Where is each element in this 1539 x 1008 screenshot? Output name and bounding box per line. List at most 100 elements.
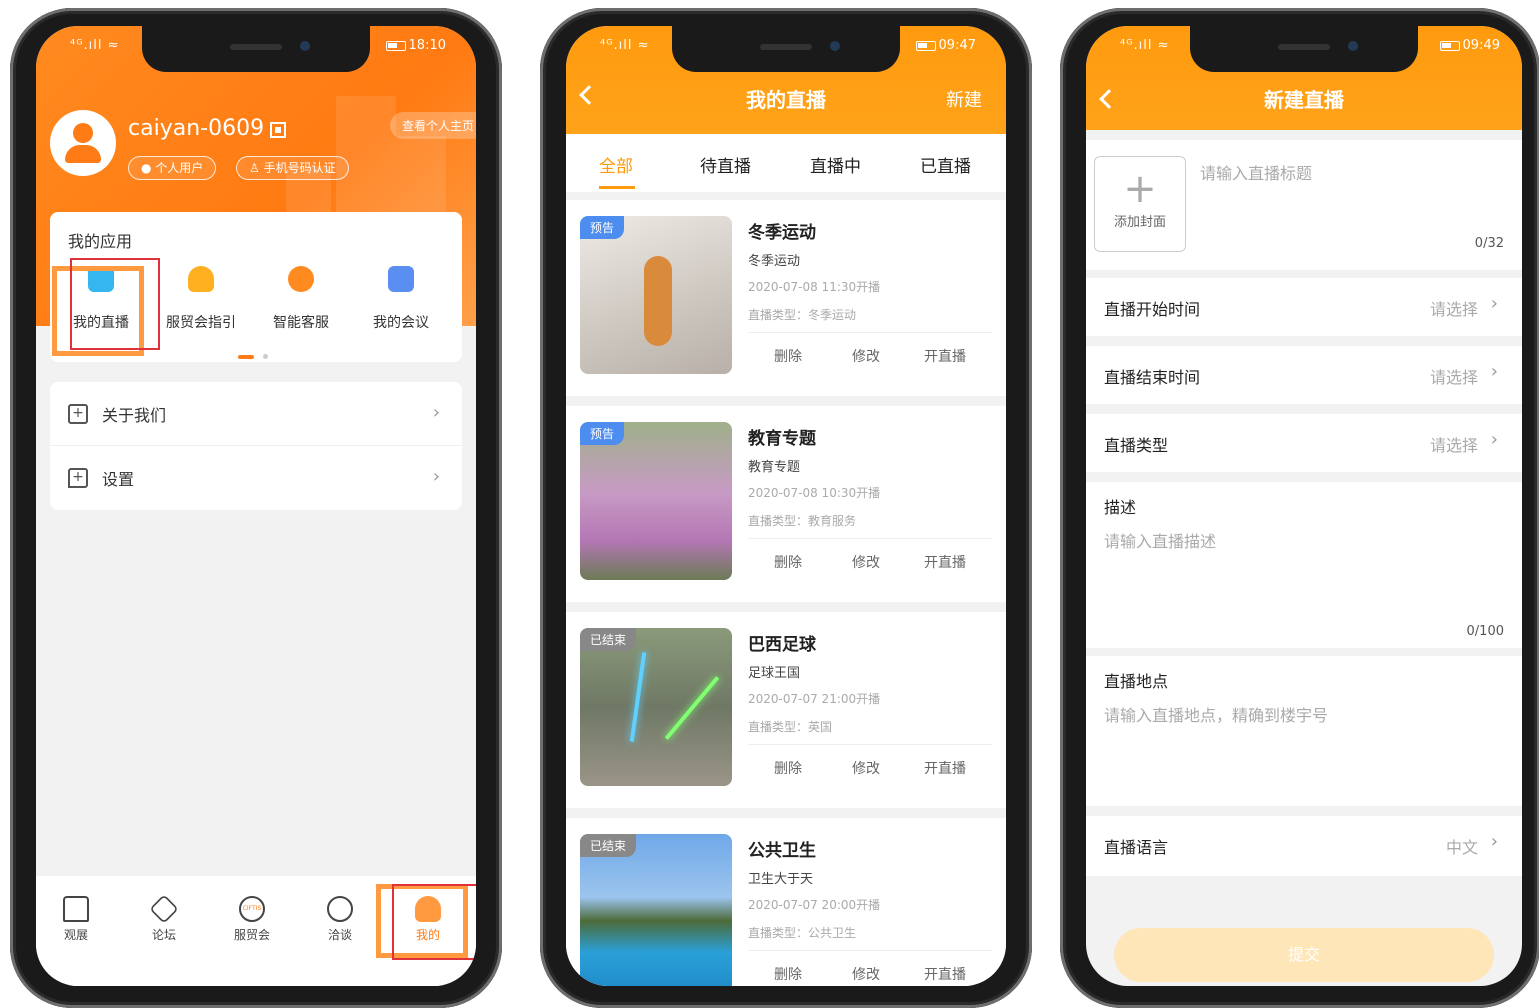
signal-icon: ⁴ᴳ.ıll ≈ [600, 38, 650, 53]
tab-ended[interactable]: 已直播 [920, 152, 971, 177]
delete-button[interactable]: 删除 [774, 758, 802, 778]
robot-icon [288, 266, 314, 292]
submit-button[interactable]: 提交 [1114, 928, 1494, 982]
filter-tabs: 全部 待直播 直播中 已直播 [566, 134, 1006, 192]
hand-icon [188, 266, 214, 292]
edit-button[interactable]: 修改 [852, 758, 880, 778]
live-type: 直播类型：公共卫生 [748, 926, 857, 940]
my-live-screen: ⁴ᴳ.ıll ≈ 09:47 我的直播 新建 全部 待直播 直播中 已直播 预告… [566, 26, 1006, 986]
app-my-meeting[interactable]: 我的会议 [354, 266, 448, 332]
list-item[interactable]: 已结束 巴西足球 足球王国 2020-07-07 21:00开播 直播类型：英国… [566, 612, 1006, 808]
tab-negotiation[interactable]: 洽谈 [310, 896, 370, 943]
chevron-right-icon: › [432, 466, 440, 487]
location-label: 直播地点 [1104, 672, 1169, 691]
tab-forum[interactable]: 论坛 [134, 894, 194, 943]
chevron-right-icon: › [432, 402, 440, 423]
start-live-button[interactable]: 开直播 [924, 552, 966, 572]
edit-button[interactable]: 修改 [852, 964, 880, 984]
qr-code-icon[interactable] [270, 122, 286, 138]
status-badge: 已结束 [580, 834, 637, 857]
meeting-icon [388, 266, 414, 292]
view-profile-button[interactable]: 查看个人主页 [389, 112, 476, 139]
delete-button[interactable]: 删除 [774, 552, 802, 572]
home-icon [63, 896, 89, 922]
status-badge: 预告 [580, 422, 625, 445]
tab-upcoming[interactable]: 待直播 [700, 152, 751, 177]
live-time: 2020-07-07 21:00开播 [748, 692, 881, 706]
menu-card: + 关于我们 › + 设置 › [50, 382, 462, 510]
status-time: 09:47 [938, 38, 976, 53]
live-type: 直播类型：教育服务 [748, 514, 857, 528]
avatar[interactable] [50, 110, 116, 176]
location-input[interactable]: 请输入直播地点，精确到楼宇号 [1104, 702, 1328, 726]
live-title: 公共卫生 [748, 841, 816, 861]
phone-frame-my-live: ⁴ᴳ.ıll ≈ 09:47 我的直播 新建 全部 待直播 直播中 已直播 预告… [540, 8, 1032, 1008]
tab-live[interactable]: 直播中 [810, 152, 861, 177]
add-cover-button[interactable]: + 添加封面 [1094, 156, 1186, 252]
start-live-button[interactable]: 开直播 [924, 964, 966, 984]
live-time: 2020-07-08 10:30开播 [748, 486, 881, 500]
live-type: 直播类型：冬季运动 [748, 308, 857, 322]
edit-button[interactable]: 修改 [852, 346, 880, 366]
live-time: 2020-07-08 11:30开播 [748, 280, 881, 294]
tab-ciftis[interactable]: CIFTIS 服贸会 [222, 896, 282, 943]
tab-exhibition[interactable]: 观展 [46, 896, 106, 943]
signal-icon: ⁴ᴳ.ıll ≈ [70, 38, 120, 53]
live-title: 教育专题 [748, 429, 816, 449]
start-live-button[interactable]: 开直播 [924, 346, 966, 366]
list-item[interactable]: 已结束 公共卫生 卫生大于天 2020-07-07 20:00开播 直播类型：公… [566, 818, 1006, 986]
live-subtitle: 教育专题 [748, 460, 801, 475]
thumbnail-image: 已结束 [580, 834, 732, 986]
menu-settings[interactable]: + 设置 › [50, 446, 462, 510]
title-counter: 0/32 [1474, 236, 1504, 251]
plus-icon: + [68, 404, 88, 424]
delete-button[interactable]: 删除 [774, 964, 802, 984]
description-counter: 0/100 [1466, 624, 1504, 639]
app-smart-service[interactable]: 智能客服 [254, 266, 348, 332]
description-section: 描述 请输入直播描述 0/100 [1086, 482, 1522, 648]
app-fair-guide[interactable]: 服贸会指引 [154, 266, 248, 332]
title-input[interactable]: 请输入直播标题 [1200, 160, 1312, 184]
menu-about-us[interactable]: + 关于我们 › [50, 382, 462, 446]
tab-all[interactable]: 全部 [599, 152, 633, 177]
start-live-button[interactable]: 开直播 [924, 758, 966, 778]
thumbnail-image: 预告 [580, 216, 732, 374]
status-badge: 预告 [580, 216, 625, 239]
highlight-my-live-red [70, 258, 160, 350]
thumbnail-image: 预告 [580, 422, 732, 580]
language-row[interactable]: 直播语言 中文 › [1086, 816, 1522, 876]
page-title: 我的直播 [746, 88, 826, 112]
chevron-right-icon: › [1490, 831, 1498, 852]
signal-icon: ⁴ᴳ.ıll ≈ [1120, 38, 1170, 53]
description-input[interactable]: 请输入直播描述 [1104, 528, 1216, 552]
username: caiyan-0609 [128, 116, 265, 141]
status-time: 09:49 [1462, 38, 1500, 53]
page-indicator [238, 346, 269, 365]
live-subtitle: 足球王国 [748, 666, 801, 681]
profile-screen: ⁴ᴳ.ıll ≈ 18:10 caiyan-0609 查看个人主页 ● 个人用户… [36, 26, 476, 986]
phone-frame-profile: ⁴ᴳ.ıll ≈ 18:10 caiyan-0609 查看个人主页 ● 个人用户… [10, 8, 502, 1008]
live-type: 直播类型：英国 [748, 720, 833, 734]
notch [142, 26, 370, 72]
notch [672, 26, 900, 72]
edit-button[interactable]: 修改 [852, 552, 880, 572]
personal-user-tag: ● 个人用户 [128, 156, 217, 180]
thumbnail-image: 已结束 [580, 628, 732, 786]
location-section: 直播地点 请输入直播地点，精确到楼宇号 [1086, 656, 1522, 806]
new-live-screen: ⁴ᴳ.ıll ≈ 09:49 新建直播 + 添加封面 请输入直播标题 0/32 … [1086, 26, 1522, 986]
list-item[interactable]: 预告 教育专题 教育专题 2020-07-08 10:30开播 直播类型：教育服… [566, 406, 1006, 602]
phone-frame-new-live: ⁴ᴳ.ıll ≈ 09:49 新建直播 + 添加封面 请输入直播标题 0/32 … [1060, 8, 1539, 1008]
end-time-row[interactable]: 直播结束时间 请选择 › [1086, 346, 1522, 404]
live-title: 冬季运动 [748, 223, 816, 243]
battery-icon [915, 40, 936, 51]
list-item[interactable]: 预告 冬季运动 冬季运动 2020-07-08 11:30开播 直播类型：冬季运… [566, 200, 1006, 396]
start-time-row[interactable]: 直播开始时间 请选择 › [1086, 278, 1522, 336]
cube-icon [149, 894, 179, 924]
delete-button[interactable]: 删除 [774, 346, 802, 366]
status-badge: 已结束 [580, 628, 637, 651]
chat-icon [327, 896, 353, 922]
phone-verified-tag[interactable]: ♙ 手机号码认证 [236, 156, 349, 180]
live-subtitle: 卫生大于天 [748, 872, 814, 887]
live-type-row[interactable]: 直播类型 请选择 › [1086, 414, 1522, 472]
new-live-button[interactable]: 新建 [946, 86, 982, 112]
